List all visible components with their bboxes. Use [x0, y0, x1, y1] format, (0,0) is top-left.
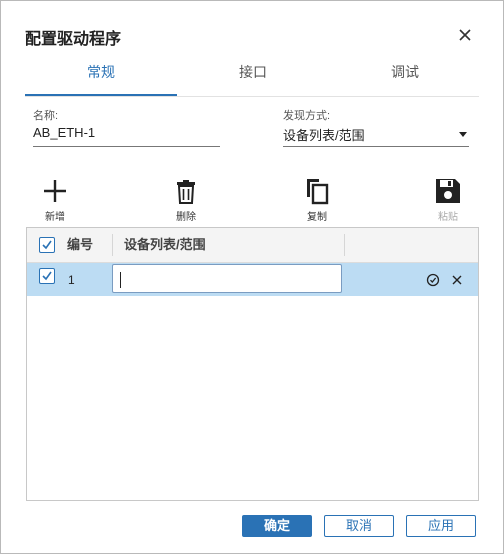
select-all-checkbox[interactable] — [39, 237, 55, 253]
discovery-underline — [283, 146, 469, 147]
checkmark-icon — [42, 271, 52, 281]
copy-button[interactable]: 复制 — [287, 177, 347, 223]
name-label: 名称: — [33, 110, 59, 122]
name-underline — [33, 146, 220, 147]
caret-down-icon — [459, 132, 467, 137]
active-tab-indicator — [25, 94, 177, 96]
tab-debug[interactable]: 调试 — [329, 57, 481, 95]
ok-button[interactable]: 确定 — [242, 515, 312, 537]
cancel-button[interactable]: 取消 — [324, 515, 394, 537]
name-field[interactable]: 名称: AB_ETH-1 — [33, 107, 220, 147]
apply-button[interactable]: 应用 — [406, 515, 476, 537]
column-header-device-list[interactable]: 设备列表/范围 — [124, 228, 206, 262]
discovery-label: 发现方式: — [283, 110, 331, 122]
trash-icon — [177, 180, 195, 204]
device-range-input[interactable] — [112, 264, 342, 293]
add-button[interactable]: 新增 — [25, 177, 85, 223]
name-value: AB_ETH-1 — [33, 125, 96, 140]
text-cursor — [120, 272, 121, 288]
checkmark-icon — [42, 240, 52, 250]
add-label: 新增 — [45, 212, 65, 223]
copy-icon — [307, 179, 329, 205]
paste-label: 粘贴 — [438, 212, 458, 223]
plus-icon — [44, 180, 66, 202]
table-row[interactable]: 1 — [27, 263, 478, 296]
cancel-edit-icon[interactable] — [450, 273, 464, 287]
configure-driver-dialog: 配置驱动程序 常规 接口 调试 名称: AB_ETH-1 发现方式: 设备列表/… — [0, 0, 504, 554]
column-header-number[interactable]: 编号 — [67, 228, 93, 262]
tab-general[interactable]: 常规 — [25, 57, 177, 95]
delete-label: 删除 — [176, 212, 196, 223]
discovery-method-select[interactable]: 发现方式: 设备列表/范围 — [283, 107, 469, 147]
column-divider — [112, 234, 113, 256]
delete-button[interactable]: 删除 — [156, 177, 216, 223]
row-checkbox[interactable] — [39, 268, 55, 284]
device-table: 编号 设备列表/范围 1 — [26, 227, 479, 501]
dialog-title: 配置驱动程序 — [25, 31, 122, 48]
copy-label: 复制 — [307, 212, 327, 223]
paste-button[interactable]: 粘贴 — [418, 177, 478, 223]
discovery-value: 设备列表/范围 — [283, 128, 365, 143]
save-icon — [436, 179, 460, 203]
table-header: 编号 设备列表/范围 — [27, 228, 478, 263]
tab-divider — [25, 96, 479, 97]
confirm-icon[interactable] — [426, 273, 440, 287]
column-divider — [344, 234, 345, 256]
row-number: 1 — [68, 273, 75, 287]
tab-bar: 常规 接口 调试 — [25, 57, 479, 97]
close-icon[interactable] — [455, 25, 475, 45]
tab-interface[interactable]: 接口 — [177, 57, 329, 95]
